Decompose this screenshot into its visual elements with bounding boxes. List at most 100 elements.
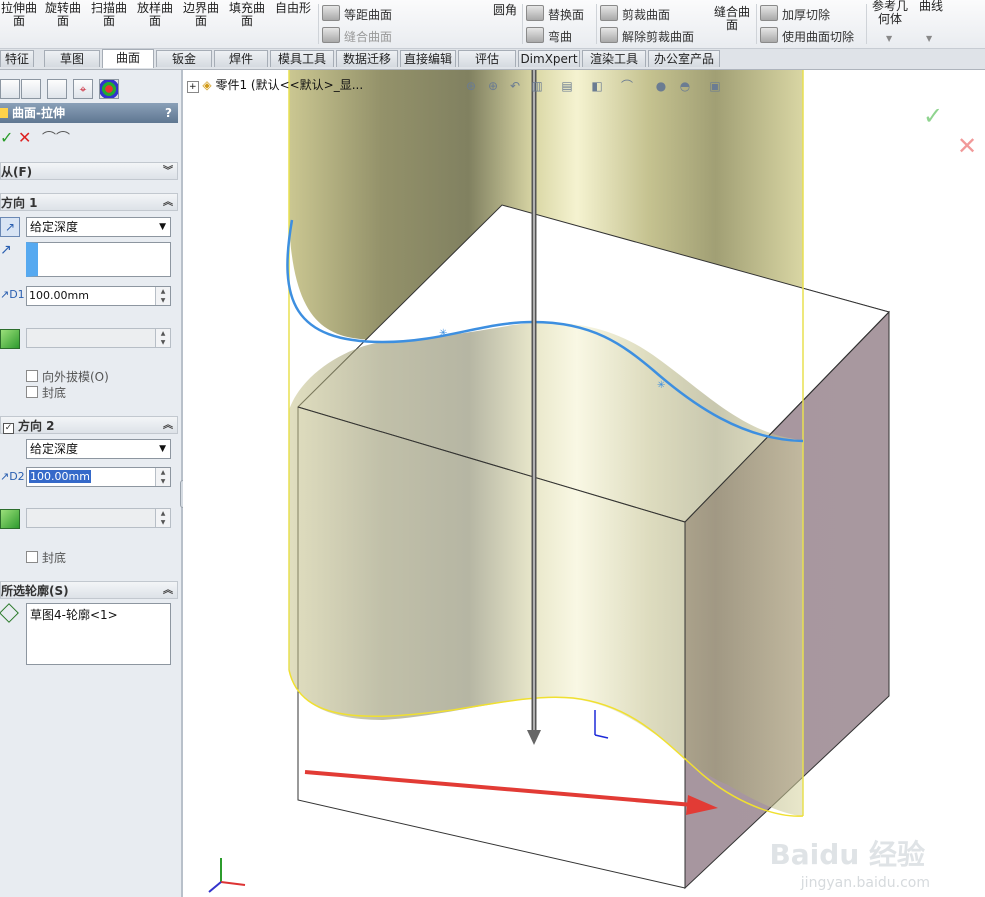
revolved-surface-button[interactable]: 旋转曲 面 bbox=[44, 2, 82, 28]
configuration-manager-tab-icon[interactable] bbox=[47, 79, 67, 99]
display-manager-tab-icon[interactable] bbox=[99, 79, 119, 99]
watermark-url: jingyan.baidu.com bbox=[800, 875, 930, 891]
hide-show-items-icon[interactable]: ⌒ bbox=[619, 78, 635, 94]
reverse-direction-icon[interactable]: ↗ bbox=[0, 217, 20, 237]
cut-with-surface-button[interactable]: 使用曲面切除 bbox=[760, 27, 854, 45]
curve-point-marker: ✳ bbox=[657, 380, 665, 391]
tab-weldments[interactable]: 焊件 bbox=[214, 50, 268, 67]
display-style-icon[interactable]: ◧ bbox=[589, 78, 605, 94]
tab-sheet-metal[interactable]: 钣金 bbox=[156, 50, 212, 67]
selected-contours-list[interactable]: 草图4-轮廓<1> bbox=[26, 603, 171, 665]
swept-surface-button[interactable]: 扫描曲 面 bbox=[90, 2, 128, 28]
replace-face-button[interactable]: 替换面 bbox=[526, 5, 584, 23]
chevron-up-icon[interactable]: ︽ bbox=[163, 582, 173, 600]
tab-office-products[interactable]: 办公室产品 bbox=[648, 50, 720, 67]
graphics-area[interactable]: ✳ ✳ + ◈ 零件1 (默认<<默认>_显... ⊕ ⊕ ↶ ▥ ▤ ◧ ⌒ … bbox=[183, 70, 985, 897]
edit-appearance-icon[interactable]: ● bbox=[653, 78, 669, 94]
tab-sketch[interactable]: 草图 bbox=[44, 50, 100, 67]
offset-surface-icon bbox=[322, 5, 340, 21]
tab-features[interactable]: 特征 bbox=[0, 50, 34, 67]
view-settings-icon[interactable]: ▣ bbox=[707, 78, 723, 94]
depth-dimension-icon: ↗D1 bbox=[0, 288, 25, 301]
knit-surface-icon bbox=[322, 27, 340, 43]
part-icon: ◈ bbox=[202, 78, 212, 92]
boundary-surface-button[interactable]: 边界曲 面 bbox=[181, 2, 221, 28]
trim-surface-icon bbox=[600, 5, 618, 21]
direction2-section-header[interactable]: ✓ 方向 2 ︽ bbox=[0, 416, 178, 434]
section-view-icon[interactable]: ▥ bbox=[529, 78, 545, 94]
end-condition-select-1[interactable]: 给定深度 ▼ bbox=[26, 217, 171, 237]
direction1-section-header[interactable]: 方向 1 ︽ bbox=[0, 193, 178, 211]
trim-surface-button[interactable]: 剪裁曲面 bbox=[600, 5, 670, 23]
command-tabs: 特征 草图 曲面 钣金 焊件 模具工具 数据迁移 直接编辑 评估 DimXper… bbox=[0, 49, 985, 119]
direction-selection-box[interactable] bbox=[26, 242, 171, 277]
lofted-surface-button[interactable]: 放样曲 面 bbox=[136, 2, 174, 28]
chevron-up-icon[interactable]: ︽ bbox=[163, 417, 173, 435]
cancel-x-icon[interactable]: ✕ bbox=[18, 128, 31, 147]
tab-evaluate[interactable]: 评估 bbox=[458, 50, 516, 67]
tab-dimxpert[interactable]: DimXpert bbox=[518, 50, 580, 67]
flex-button[interactable]: 弯曲 bbox=[526, 27, 572, 45]
ok-check-icon[interactable]: ✓ bbox=[0, 128, 13, 147]
cap-end-checkbox-1[interactable]: 封底 bbox=[26, 384, 66, 401]
spin-arrows-icon[interactable]: ▲ ▼ bbox=[155, 468, 170, 486]
feature-title-bar: 曲面-拉伸 ? bbox=[0, 103, 178, 123]
tab-surfaces[interactable]: 曲面 bbox=[102, 49, 154, 68]
cap-end-checkbox-2[interactable]: 封底 bbox=[26, 549, 66, 566]
feature-tree-flyout[interactable]: + ◈ 零件1 (默认<<默认>_显... bbox=[187, 76, 363, 93]
view-orientation-icon[interactable]: ▤ bbox=[559, 78, 575, 94]
zoom-to-area-icon[interactable]: ⊕ bbox=[485, 78, 501, 94]
preview-glasses-icon[interactable]: ⌒⌒ bbox=[42, 128, 70, 148]
tab-direct-editing[interactable]: 直接编辑 bbox=[400, 50, 456, 67]
model-viewport: ✳ ✳ bbox=[208, 70, 890, 893]
knit-surface-big-button[interactable]: 缝合曲 面 bbox=[710, 6, 754, 32]
reference-geometry-button[interactable]: 参考几 何体 bbox=[870, 0, 910, 26]
chevron-up-icon[interactable]: ︽ bbox=[163, 194, 173, 212]
draft-angle-input-1: ▲ ▼ bbox=[26, 328, 171, 348]
end-condition-select-2[interactable]: 给定深度 ▼ bbox=[26, 439, 171, 459]
thicken-cut-button[interactable]: 加厚切除 bbox=[760, 5, 830, 23]
depth-input-1[interactable]: 100.00mm ▲ ▼ bbox=[26, 286, 171, 306]
extruded-surface-button[interactable]: 拉伸曲 面 bbox=[0, 2, 38, 28]
spin-arrows-icon[interactable]: ▲ ▼ bbox=[155, 287, 170, 305]
draft-on-off-icon[interactable] bbox=[0, 329, 20, 349]
property-manager-panel: ⌖ 曲面-拉伸 ? ✓ ✕ ⌒⌒ 从(F) ︾ 方向 1 ︽ ↗ 给定深度 ▼ ↗ ↗… bbox=[0, 70, 190, 897]
tab-data-migration[interactable]: 数据迁移 bbox=[336, 50, 398, 67]
from-section-header[interactable]: 从(F) ︾ bbox=[0, 162, 178, 180]
help-button[interactable]: ? bbox=[165, 103, 172, 123]
confirm-corner-ok-icon[interactable]: ✓ bbox=[923, 102, 943, 130]
watermark: Baidu 经验 bbox=[769, 838, 925, 871]
untrim-surface-button[interactable]: 解除剪裁曲面 bbox=[600, 27, 694, 45]
feature-manager-tab-icon[interactable] bbox=[0, 79, 20, 99]
expand-icon[interactable]: + bbox=[187, 81, 199, 93]
depth-dimension-icon: ↗D2 bbox=[0, 470, 25, 483]
chevron-down-icon[interactable]: ︾ bbox=[163, 163, 173, 181]
freeform-button[interactable]: 自由形 bbox=[274, 2, 312, 15]
chevron-down-icon[interactable]: ▼ bbox=[926, 34, 932, 43]
list-item[interactable]: 草图4-轮廓<1> bbox=[30, 608, 118, 622]
curves-button[interactable]: 曲线 bbox=[916, 0, 946, 13]
confirm-corner-cancel-icon[interactable]: ✕ bbox=[957, 132, 977, 160]
command-manager-ribbon: 拉伸曲 面 旋转曲 面 扫描曲 面 放样曲 面 边界曲 面 填充曲 面 自由形 … bbox=[0, 0, 985, 49]
property-manager-tab-icon[interactable] bbox=[21, 79, 41, 99]
direction2-checkbox[interactable]: ✓ bbox=[3, 423, 14, 434]
zoom-to-fit-icon[interactable]: ⊕ bbox=[463, 78, 479, 94]
spin-arrows-icon: ▲ ▼ bbox=[155, 509, 170, 527]
fillet-button[interactable]: 圆角 bbox=[490, 4, 520, 17]
filled-surface-button[interactable]: 填充曲 面 bbox=[228, 2, 266, 28]
chevron-down-icon[interactable]: ▼ bbox=[886, 34, 892, 43]
tab-render-tools[interactable]: 渲染工具 bbox=[582, 50, 646, 67]
draft-angle-input-2: ▲ ▼ bbox=[26, 508, 171, 528]
offset-surface-button[interactable]: 等距曲面 bbox=[322, 5, 392, 23]
previous-view-icon[interactable]: ↶ bbox=[507, 78, 523, 94]
knit-surface-button[interactable]: 缝合曲面 bbox=[322, 27, 392, 45]
draft-on-off-icon[interactable] bbox=[0, 509, 20, 529]
draft-outward-checkbox[interactable]: 向外拔模(O) bbox=[26, 368, 109, 385]
dimxpert-tab-icon[interactable]: ⌖ bbox=[73, 79, 93, 99]
selected-contours-header[interactable]: 所选轮廓(S) ︽ bbox=[0, 581, 178, 599]
tab-mold-tools[interactable]: 模具工具 bbox=[270, 50, 334, 67]
depth-input-2[interactable]: 100.00mm ▲ ▼ bbox=[26, 467, 171, 487]
untrim-surface-icon bbox=[600, 27, 618, 43]
apply-scene-icon[interactable]: ◓ bbox=[677, 78, 693, 94]
spin-arrows-icon: ▲ ▼ bbox=[155, 329, 170, 347]
